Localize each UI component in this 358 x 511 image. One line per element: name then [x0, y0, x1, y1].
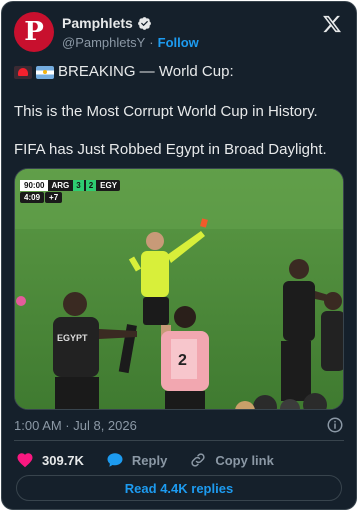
follow-button[interactable]: Follow	[158, 35, 199, 50]
tweet-paragraph: This is the Most Corrupt World Cup in Hi…	[14, 103, 318, 120]
ball	[16, 296, 26, 306]
headline-text: BREAKING — World Cup:	[58, 63, 234, 80]
display-name[interactable]: Pamphlets	[62, 15, 133, 31]
extra-time-clock: 4:09	[20, 192, 45, 203]
scorebug: 90:00 ARG 3 2 EGY 4:09 +7	[20, 180, 121, 203]
heart-icon	[17, 453, 33, 468]
tweet-card: P Pamphlets @PamphletsY · Follow BREAKIN…	[1, 1, 357, 510]
verified-badge-icon	[137, 16, 151, 30]
video-media[interactable]: EGYPT 2 90:00 ARG 3 2 EGY 4:09 +7	[14, 168, 344, 410]
copy-link-button[interactable]: Copy link	[189, 451, 274, 469]
avatar-letter: P	[24, 17, 44, 47]
score-left: 3	[73, 180, 84, 191]
copy-link-label: Copy link	[215, 452, 274, 468]
tweet-paragraph: FIFA has Just Robbed Egypt in Broad Dayl…	[14, 141, 327, 158]
like-count: 309.7K	[42, 452, 84, 468]
tweet-header: P Pamphlets @PamphletsY · Follow	[14, 12, 344, 52]
tweet-text: BREAKING — World Cup: This is the Most C…	[14, 62, 344, 160]
author-handle[interactable]: @PamphletsY	[62, 35, 145, 50]
reply-bubble-icon	[107, 453, 123, 467]
timestamp[interactable]: 1:00 AM · Jul 8, 2026	[14, 418, 137, 433]
author-info: Pamphlets @PamphletsY · Follow	[62, 14, 199, 50]
added-time: +7	[45, 192, 63, 203]
tweet-headline: BREAKING — World Cup:	[14, 62, 344, 82]
separator-dot: ·	[149, 35, 154, 50]
avatar[interactable]: P	[14, 12, 54, 52]
divider	[14, 440, 344, 441]
link-icon	[191, 453, 205, 467]
video-frame: EGYPT 2	[15, 169, 343, 409]
match-clock: 90:00	[20, 180, 49, 191]
like-button[interactable]: 309.7K	[16, 451, 84, 469]
argentina-flag-icon	[36, 65, 54, 79]
read-replies-button[interactable]: Read 4.4K replies	[16, 475, 342, 501]
police-light-icon	[14, 65, 32, 79]
x-logo-icon[interactable]	[322, 14, 342, 34]
shirt-text: EGYPT	[57, 333, 88, 343]
reply-label: Reply	[131, 452, 168, 468]
team-right: EGY	[100, 181, 118, 190]
info-icon[interactable]	[326, 416, 344, 434]
action-bar: 309.7K Reply Copy link	[16, 450, 296, 470]
bib-number: 2	[178, 352, 187, 369]
reply-button[interactable]: Reply	[106, 451, 167, 469]
team-left: ARG	[51, 181, 70, 190]
score-right: 2	[85, 180, 97, 191]
